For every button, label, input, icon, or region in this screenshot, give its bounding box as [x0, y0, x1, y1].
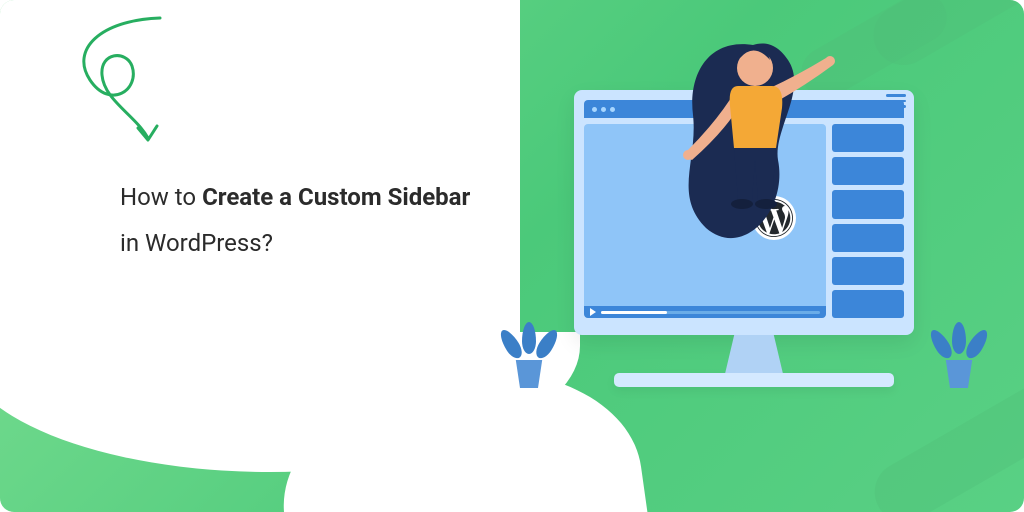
window-dot-icon — [610, 107, 615, 112]
curly-arrow-icon — [40, 10, 190, 160]
title-prefix: How to — [120, 183, 202, 211]
progress-track — [601, 311, 820, 314]
monitor-screen — [574, 90, 914, 335]
title-suffix: in WordPress? — [120, 229, 273, 257]
left-panel: How to Create a Custom Sidebar in WordPr… — [0, 0, 520, 512]
plant-decor — [932, 300, 986, 388]
monitor-illustration — [574, 90, 934, 430]
title-bold: Create a Custom Sidebar — [202, 183, 470, 211]
video-progress-bar — [584, 306, 826, 318]
sidebar-item — [832, 290, 904, 318]
curve-decor — [0, 392, 520, 512]
monitor-base — [614, 373, 894, 387]
promo-banner: How to Create a Custom Sidebar in WordPr… — [0, 0, 1024, 512]
window-dot-icon — [592, 107, 597, 112]
page-title: How to Create a Custom Sidebar in WordPr… — [120, 175, 480, 266]
plant-decor — [502, 300, 556, 388]
hamburger-icon — [886, 94, 906, 108]
monitor-stand — [709, 335, 799, 373]
window-dot-icon — [601, 107, 606, 112]
person-illustration — [658, 20, 848, 270]
play-icon — [590, 308, 596, 316]
